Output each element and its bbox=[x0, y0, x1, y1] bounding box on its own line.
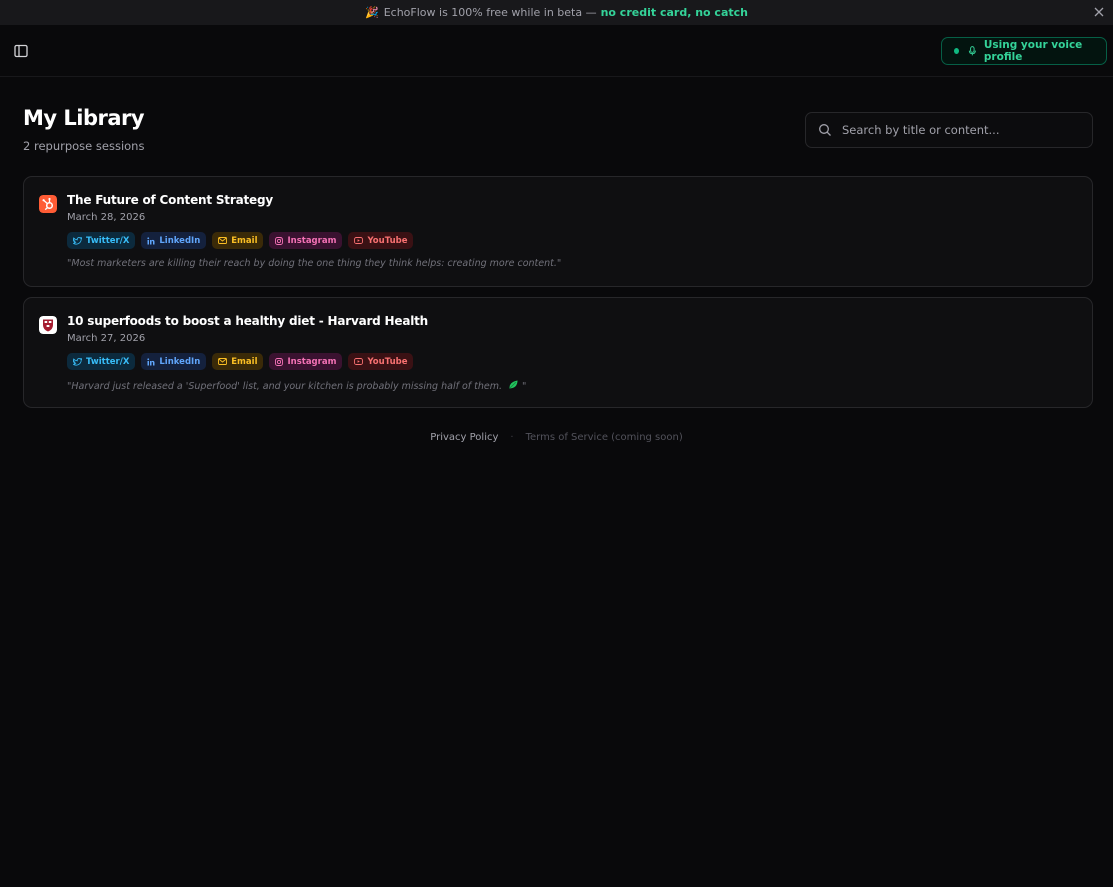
tag-linkedin[interactable]: LinkedIn bbox=[141, 232, 207, 249]
tag-twitter[interactable]: Twitter/X bbox=[67, 232, 136, 249]
session-card[interactable]: 10 superfoods to boost a healthy diet - … bbox=[23, 297, 1093, 408]
microphone-icon bbox=[969, 46, 977, 56]
search-box[interactable] bbox=[805, 112, 1093, 148]
footer-separator: · bbox=[510, 432, 514, 443]
tag-label: YouTube bbox=[367, 235, 408, 246]
platform-tags: Twitter/X LinkedIn Email Instagram YouTu… bbox=[67, 232, 414, 249]
close-banner-button[interactable] bbox=[1091, 4, 1107, 20]
search-input[interactable] bbox=[842, 113, 1086, 147]
leafy-green-icon bbox=[509, 380, 518, 389]
tag-youtube[interactable]: YouTube bbox=[348, 353, 414, 370]
tag-label: Email bbox=[231, 356, 258, 367]
session-count: 2 repurpose sessions bbox=[23, 139, 145, 153]
tag-twitter[interactable]: Twitter/X bbox=[67, 353, 136, 370]
terms-of-service-text: Terms of Service (coming soon) bbox=[525, 432, 683, 443]
banner-highlight: no credit card, no catch bbox=[600, 6, 748, 19]
quote-end: " bbox=[522, 381, 527, 392]
platform-tags: Twitter/X LinkedIn Email Instagram YouTu… bbox=[67, 353, 414, 370]
tag-label: Instagram bbox=[287, 356, 337, 367]
tag-linkedin[interactable]: LinkedIn bbox=[141, 353, 207, 370]
tag-instagram[interactable]: Instagram bbox=[269, 353, 343, 370]
tag-youtube[interactable]: YouTube bbox=[348, 232, 414, 249]
linkedin-icon bbox=[147, 236, 155, 244]
party-popper-icon: 🎉 bbox=[365, 6, 379, 19]
session-title: 10 superfoods to boost a healthy diet - … bbox=[67, 314, 429, 328]
tag-email[interactable]: Email bbox=[212, 232, 264, 249]
sidebar-panel-icon[interactable] bbox=[13, 43, 29, 59]
session-quote: "Harvard just released a 'Superfood' lis… bbox=[67, 379, 526, 392]
footer: Privacy Policy · Terms of Service (comin… bbox=[0, 432, 1113, 443]
tag-label: YouTube bbox=[367, 356, 408, 367]
instagram-icon bbox=[275, 236, 284, 245]
privacy-policy-link[interactable]: Privacy Policy bbox=[430, 432, 498, 443]
sidebar-toggle-button[interactable] bbox=[13, 43, 29, 59]
session-date: March 27, 2026 bbox=[67, 333, 146, 344]
top-bar: Using your voice profile bbox=[0, 25, 1113, 77]
linkedin-icon bbox=[147, 357, 155, 365]
beta-banner: 🎉 EchoFlow is 100% free while in beta — … bbox=[0, 0, 1113, 25]
tag-label: LinkedIn bbox=[159, 235, 201, 246]
page-title: My Library bbox=[23, 106, 145, 130]
voice-profile-label: Using your voice profile bbox=[983, 39, 1083, 63]
tag-label: Instagram bbox=[287, 235, 337, 246]
tag-label: LinkedIn bbox=[159, 356, 201, 367]
twitter-bird-icon bbox=[73, 357, 82, 366]
session-card[interactable]: The Future of Content Strategy March 28,… bbox=[23, 176, 1093, 287]
session-title: The Future of Content Strategy bbox=[67, 193, 273, 207]
mail-icon bbox=[218, 358, 228, 365]
hubspot-icon bbox=[39, 195, 57, 213]
session-quote: "Most marketers are killing their reach … bbox=[67, 258, 562, 269]
search-icon bbox=[819, 124, 831, 136]
voice-profile-button[interactable]: Using your voice profile bbox=[941, 37, 1107, 65]
tag-instagram[interactable]: Instagram bbox=[269, 232, 343, 249]
youtube-icon bbox=[354, 237, 364, 244]
status-dot bbox=[954, 48, 960, 54]
tag-label: Twitter/X bbox=[86, 356, 130, 367]
twitter-bird-icon bbox=[73, 236, 82, 245]
tag-email[interactable]: Email bbox=[212, 353, 264, 370]
quote-text: "Harvard just released a 'Superfood' lis… bbox=[67, 381, 502, 392]
tag-label: Email bbox=[231, 235, 258, 246]
close-icon[interactable] bbox=[1094, 7, 1104, 17]
tag-label: Twitter/X bbox=[86, 235, 130, 246]
instagram-icon bbox=[275, 357, 284, 366]
mail-icon bbox=[218, 237, 228, 244]
session-date: March 28, 2026 bbox=[67, 212, 146, 223]
harvard-shield-icon bbox=[39, 316, 57, 334]
banner-text: EchoFlow is 100% free while in beta — bbox=[383, 6, 597, 19]
youtube-icon bbox=[354, 358, 364, 365]
